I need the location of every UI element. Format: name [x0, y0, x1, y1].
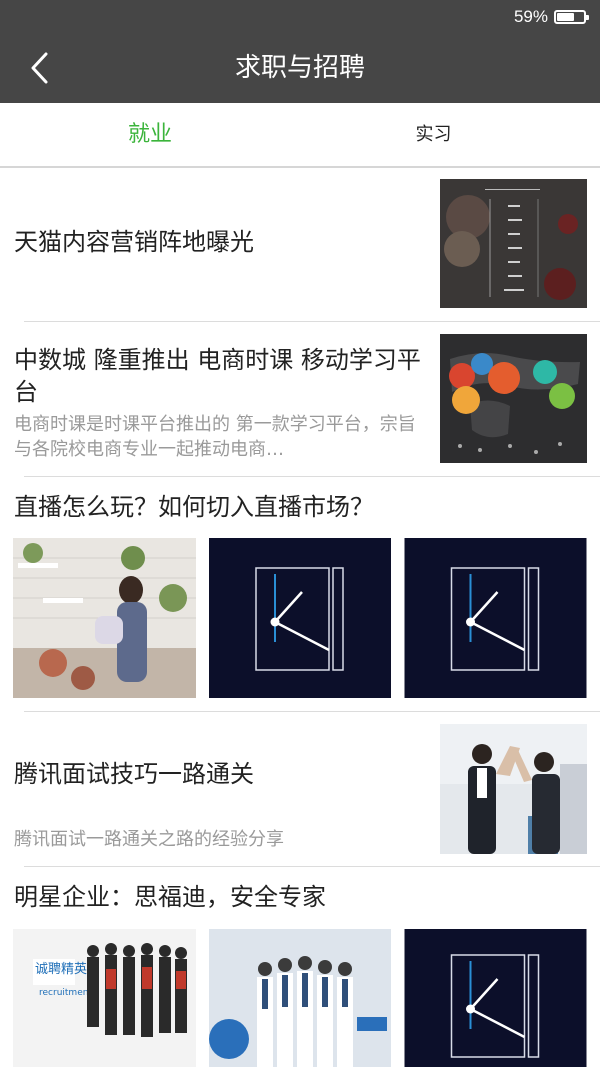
- list-item[interactable]: 中数城 隆重推出 电商时课 移动学习平台 电商时课是时课平台推出的 第一款学习平…: [0, 322, 600, 476]
- tab-bar: 就业 实习: [0, 103, 600, 168]
- thumbnail-image: [13, 538, 196, 698]
- tab-employment[interactable]: 就业: [0, 103, 300, 166]
- item-description: 电商时课是时课平台推出的 第一款学习平台，宗旨与各院校电商专业一起推动电商…: [14, 414, 416, 460]
- clock-icon: [404, 538, 587, 698]
- list-item[interactable]: 直播怎么玩？如何切入直播市场？: [0, 477, 600, 711]
- item-description: 腾讯面试一路通关之路的经验分享: [14, 829, 284, 850]
- item-title: 明星企业：思福迪，安全专家: [14, 883, 326, 911]
- item-title: 中数城 隆重推出 电商时课 移动学习平台: [14, 346, 421, 406]
- list-item[interactable]: 明星企业：思福迪，安全专家 诚聘精英 recruitment: [0, 867, 600, 1067]
- item-title: 天猫内容营销阵地曝光: [14, 228, 254, 256]
- battery-icon: [554, 10, 589, 24]
- thumbnail-image: [440, 724, 587, 854]
- svg-text:recruitment: recruitment: [39, 988, 92, 998]
- battery-percent: 59%: [513, 7, 548, 26]
- list-item[interactable]: 腾讯面试技巧一路通关 腾讯面试一路通关之路的经验分享: [0, 712, 600, 866]
- item-title: 直播怎么玩？如何切入直播市场？: [14, 493, 374, 521]
- list-item[interactable]: 天猫内容营销阵地曝光: [0, 168, 600, 321]
- thumbnail-image: [440, 334, 587, 463]
- clock-icon: [404, 929, 587, 1067]
- thumbnail-image: [440, 179, 587, 308]
- clock-icon: [209, 538, 391, 698]
- page-title: 求职与招聘: [234, 53, 365, 83]
- app-header: 59% 求职与招聘: [0, 0, 600, 103]
- thumbnail-image: 诚聘精英 recruitment: [13, 929, 196, 1067]
- tab-internship[interactable]: 实习: [300, 103, 567, 166]
- thumbnail-image: [209, 929, 391, 1067]
- status-bar: 59%: [513, 6, 589, 28]
- item-title: 腾讯面试技巧一路通关: [14, 760, 254, 788]
- svg-text:诚聘精英: 诚聘精英: [35, 962, 87, 977]
